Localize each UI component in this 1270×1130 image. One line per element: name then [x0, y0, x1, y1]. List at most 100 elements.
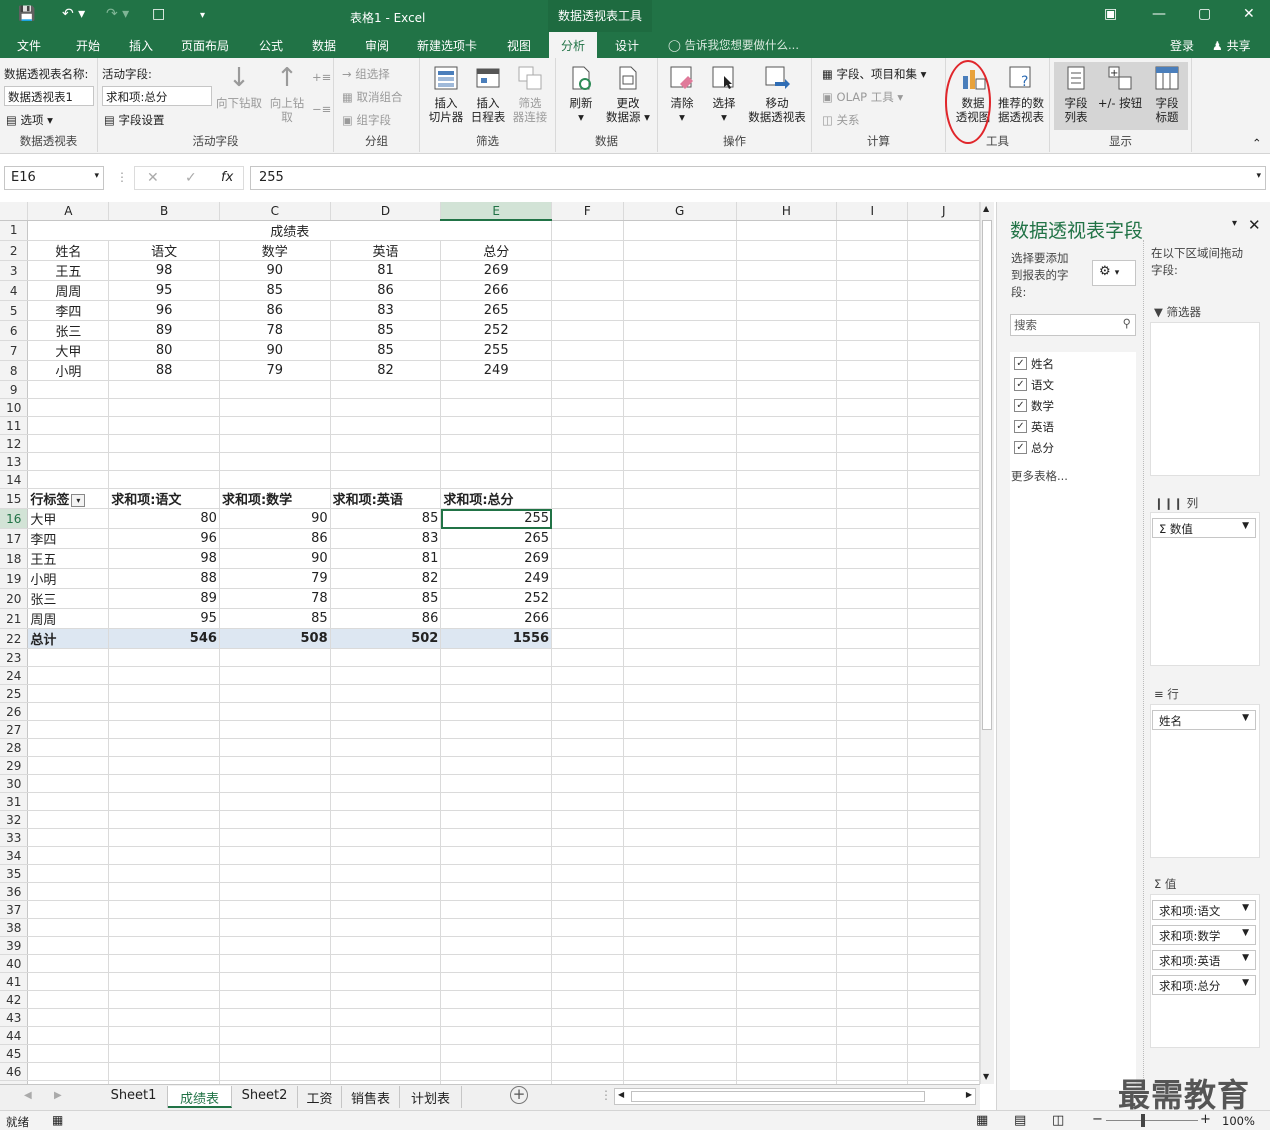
- field-settings-button[interactable]: ▤ 字段设置: [104, 112, 165, 128]
- cell[interactable]: [440, 666, 553, 685]
- cell[interactable]: [551, 360, 624, 381]
- pivot-value-cell[interactable]: 79: [219, 568, 331, 589]
- cell[interactable]: [551, 628, 624, 649]
- cell[interactable]: [330, 398, 442, 417]
- cell[interactable]: [907, 774, 980, 793]
- cell[interactable]: [836, 1026, 909, 1045]
- vertical-scroll-thumb[interactable]: [982, 220, 992, 730]
- sheet-tab[interactable]: 成绩表: [168, 1086, 232, 1108]
- column-header-d[interactable]: D: [330, 202, 442, 221]
- cell[interactable]: [907, 340, 980, 361]
- cell[interactable]: [330, 882, 442, 901]
- cell[interactable]: [907, 528, 980, 549]
- sheet-tab[interactable]: Sheet2: [232, 1086, 298, 1108]
- cell[interactable]: [907, 608, 980, 629]
- clear-button[interactable]: 清除 ▾: [662, 64, 702, 124]
- cell[interactable]: [551, 280, 624, 301]
- cell[interactable]: [907, 954, 980, 973]
- field-checkbox[interactable]: ✓: [1014, 378, 1027, 391]
- pivot-value-cell[interactable]: 78: [219, 588, 331, 609]
- cell[interactable]: [836, 360, 909, 381]
- row-header-9[interactable]: 9: [0, 380, 29, 399]
- cell[interactable]: [440, 470, 553, 489]
- cell[interactable]: [219, 684, 331, 703]
- tell-me-box[interactable]: ◯ 告诉我您想要做什么...: [668, 37, 799, 53]
- cell[interactable]: [623, 990, 737, 1009]
- cell[interactable]: [623, 1008, 737, 1027]
- tab-home[interactable]: 开始: [76, 37, 100, 54]
- expand-formula-icon[interactable]: ▾: [1256, 171, 1261, 181]
- cell[interactable]: [440, 1044, 553, 1063]
- drill-down-button[interactable]: ↓ 向下钻取: [214, 64, 264, 110]
- cell[interactable]: [551, 608, 624, 629]
- cell[interactable]: [551, 720, 624, 739]
- cell[interactable]: [27, 810, 110, 829]
- cell[interactable]: [623, 528, 737, 549]
- insert-slicer-button[interactable]: 插入 切片器: [424, 64, 468, 124]
- cell[interactable]: [623, 720, 737, 739]
- add-sheet-icon[interactable]: +: [510, 1086, 528, 1104]
- cell[interactable]: [108, 954, 220, 973]
- cell[interactable]: [736, 882, 838, 901]
- cell[interactable]: [623, 702, 737, 721]
- cell[interactable]: [108, 756, 220, 775]
- cell[interactable]: [623, 846, 737, 865]
- cell[interactable]: [330, 666, 442, 685]
- ungroup-button[interactable]: ▦ 取消组合: [342, 89, 403, 105]
- cell[interactable]: [551, 470, 624, 489]
- cell[interactable]: [551, 508, 624, 529]
- cell[interactable]: [736, 756, 838, 775]
- field-list-button[interactable]: 字段 列表: [1056, 64, 1096, 124]
- cell[interactable]: [623, 508, 737, 529]
- cell[interactable]: [27, 720, 110, 739]
- cell[interactable]: [551, 648, 624, 667]
- cell[interactable]: [907, 666, 980, 685]
- active-field-input[interactable]: 求和项:总分: [102, 86, 212, 106]
- cell[interactable]: [907, 320, 980, 341]
- cell[interactable]: [27, 918, 110, 937]
- pivot-value-cell[interactable]: 83: [330, 528, 442, 549]
- row-header-8[interactable]: 8: [0, 360, 29, 381]
- cell[interactable]: [736, 488, 838, 509]
- cell[interactable]: [108, 416, 220, 435]
- cell[interactable]: [907, 588, 980, 609]
- cell[interactable]: [623, 320, 737, 341]
- cell[interactable]: [623, 810, 737, 829]
- sheet-tab[interactable]: 计划表: [400, 1086, 462, 1108]
- source-data-cell[interactable]: 81: [330, 260, 442, 281]
- cell[interactable]: [736, 280, 838, 301]
- collapse-ribbon-icon[interactable]: ⌃: [1252, 136, 1262, 150]
- source-data-cell[interactable]: 90: [219, 260, 331, 281]
- cell[interactable]: [736, 774, 838, 793]
- field-headers-button[interactable]: 字段 标题: [1146, 64, 1188, 124]
- cell[interactable]: [330, 684, 442, 703]
- cell[interactable]: [736, 508, 838, 529]
- cell[interactable]: [440, 756, 553, 775]
- cell[interactable]: [623, 774, 737, 793]
- row-header-5[interactable]: 5: [0, 300, 29, 321]
- pivot-value-cell[interactable]: 98: [108, 548, 220, 569]
- cell[interactable]: [108, 792, 220, 811]
- pivot-grand-total-cell[interactable]: 546: [108, 628, 220, 649]
- source-data-cell[interactable]: 83: [330, 300, 442, 321]
- maximize-icon[interactable]: ▢: [1198, 6, 1211, 22]
- cell[interactable]: [907, 792, 980, 811]
- cell[interactable]: [836, 528, 909, 549]
- cell[interactable]: [836, 972, 909, 991]
- row-header-16[interactable]: 16: [0, 508, 29, 529]
- cell[interactable]: [736, 972, 838, 991]
- filters-zone[interactable]: [1150, 322, 1260, 476]
- field-item[interactable]: ✓ 语文: [1012, 377, 1132, 395]
- cell[interactable]: [623, 360, 737, 381]
- tab-split-icon[interactable]: ⋮: [600, 1088, 612, 1102]
- cell[interactable]: [736, 588, 838, 609]
- cell[interactable]: [907, 972, 980, 991]
- cell[interactable]: [27, 1044, 110, 1063]
- cell[interactable]: [27, 648, 110, 667]
- cell[interactable]: [219, 810, 331, 829]
- cell[interactable]: [736, 702, 838, 721]
- cell[interactable]: [551, 434, 624, 453]
- tab-view[interactable]: 视图: [507, 37, 531, 54]
- pivot-header-cell[interactable]: 求和项:总分: [440, 488, 553, 509]
- pivot-row-label[interactable]: 小明: [27, 568, 110, 589]
